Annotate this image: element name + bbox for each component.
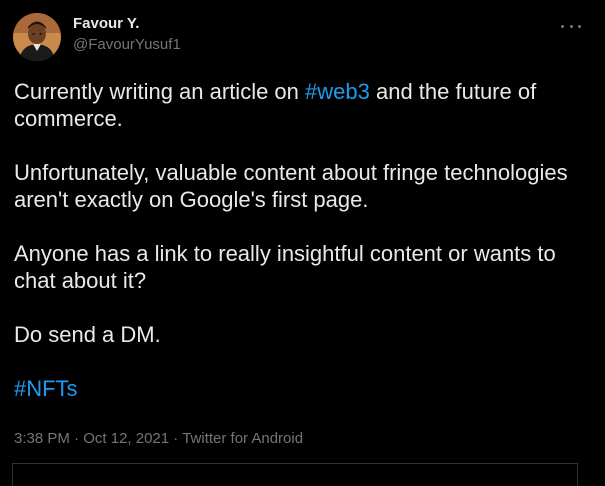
meta-separator: ·: [169, 430, 183, 447]
tweet-source[interactable]: Twitter for Android: [182, 430, 303, 447]
author-block: Favour Y. @FavourYusuf1: [73, 15, 181, 54]
tweet-date[interactable]: Oct 12, 2021: [83, 430, 169, 447]
tweet-paragraph-5: #NFTs: [14, 375, 589, 402]
tweet-text: Currently writing an article on #web3 an…: [14, 78, 589, 402]
tweet-meta: 3:38 PM · Oct 12, 2021 · Twitter for And…: [14, 430, 303, 448]
display-name[interactable]: Favour Y.: [73, 15, 181, 33]
divider: [577, 463, 578, 486]
tweet-card: Favour Y. @FavourYusuf1 Currently writin…: [0, 0, 605, 486]
hashtag-web3-link[interactable]: #web3: [305, 79, 370, 104]
tweet-paragraph-3: Anyone has a link to really insightful c…: [14, 241, 556, 293]
more-dot: [569, 24, 573, 28]
avatar[interactable]: [13, 13, 61, 61]
divider: [12, 463, 578, 464]
meta-separator: ·: [69, 430, 84, 447]
more-dot: [578, 24, 581, 28]
tweet-paragraph-2: Unfortunately, valuable content about fr…: [14, 160, 568, 212]
hashtag-nfts-link[interactable]: #NFTs: [14, 376, 78, 401]
user-handle[interactable]: @FavourYusuf1: [73, 35, 181, 54]
tweet-paragraph-4: Do send a DM.: [14, 322, 161, 347]
more-options-icon[interactable]: [561, 20, 581, 32]
tweet-time[interactable]: 3:38 PM: [14, 430, 70, 447]
avatar-image: [13, 13, 61, 61]
divider: [12, 463, 13, 486]
tweet-paragraph-1: Currently writing an article on #web3 an…: [14, 78, 589, 132]
more-dot: [561, 24, 564, 28]
tweet-text-segment: Currently writing an article on: [14, 79, 306, 104]
